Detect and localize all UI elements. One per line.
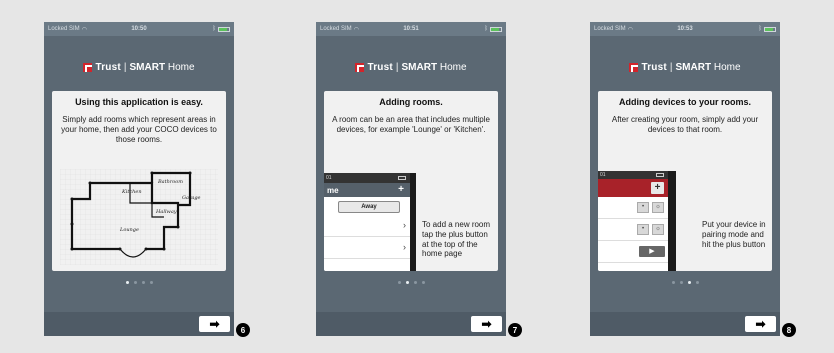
card-title: Using this application is easy. <box>75 97 203 107</box>
trust-logo-icon <box>83 63 93 72</box>
intro-card: Adding devices to your rooms. After crea… <box>598 91 772 271</box>
bluetooth-icon: ᛒ <box>484 26 488 32</box>
page-dot[interactable] <box>695 281 699 284</box>
arrow-right-icon: ➡ <box>481 317 492 331</box>
trust-smart-home-logo: Trust | SMART Home <box>590 62 780 73</box>
mini-phone-illustration: 01 + • ☼ • ☼ ▶ <box>598 171 676 271</box>
off-icon: • <box>637 224 649 235</box>
wifi-icon: ◠ <box>353 26 359 33</box>
garage-label: Garage <box>182 195 201 201</box>
battery-icon <box>656 173 664 177</box>
status-bar: Locked SIM ◠ 10:53 ᛒ <box>590 22 780 36</box>
status-bar: Locked SIM ◠ 10:51 ᛒ <box>316 22 506 36</box>
page-dot[interactable] <box>413 281 417 284</box>
battery-icon <box>398 176 406 180</box>
page-dot[interactable] <box>671 281 675 284</box>
page-dot[interactable] <box>125 281 129 284</box>
wifi-icon: ◠ <box>627 26 633 33</box>
bathroom-label: Bathroom <box>157 179 183 185</box>
bottom-bar: ➡ <box>590 312 780 336</box>
mini-phone-illustration: 01 me + Away › › <box>324 173 416 271</box>
card-title: Adding devices to your rooms. <box>618 97 752 107</box>
carrier-label: Locked SIM <box>320 26 352 32</box>
chevron-right-icon: › <box>403 242 406 252</box>
page-dot[interactable] <box>405 281 409 284</box>
bottom-bar: ➡ <box>44 312 234 336</box>
card-description: Simply add rooms which represent areas i… <box>61 115 217 144</box>
phone-screen-2: Locked SIM ◠ 10:51 ᛒ Trust | SMART Home … <box>316 22 506 336</box>
battery-icon <box>490 26 502 32</box>
page-dot[interactable] <box>149 281 153 284</box>
play-icon: ▶ <box>639 246 665 257</box>
kitchen-label: Kitchen <box>121 189 142 195</box>
chevron-right-icon: › <box>403 220 406 230</box>
card-description: A room can be an area that includes mult… <box>332 115 490 134</box>
off-icon: • <box>637 202 649 213</box>
plus-icon: + <box>398 184 404 195</box>
arrow-right-icon: ➡ <box>755 317 766 331</box>
trust-smart-home-logo: Trust | SMART Home <box>316 62 506 73</box>
page-dot[interactable] <box>397 281 401 284</box>
phone-screen-3: Locked SIM ◠ 10:53 ᛒ Trust | SMART Home … <box>590 22 780 336</box>
floorplan-illustration: Kitchen Bathroom Garage Hallway Lounge <box>60 169 218 265</box>
card-title: Adding rooms. <box>379 97 443 107</box>
away-button-illustration: Away <box>338 201 400 213</box>
next-button[interactable]: ➡ <box>745 316 776 332</box>
step-number-badge: 6 <box>236 323 250 337</box>
page-indicator[interactable] <box>316 281 506 284</box>
page-dot[interactable] <box>687 281 691 284</box>
trust-smart-home-logo: Trust | SMART Home <box>44 62 234 73</box>
next-button[interactable]: ➡ <box>471 316 502 332</box>
hallway-label: Hallway <box>155 209 177 215</box>
intro-card: Adding rooms. A room can be an area that… <box>324 91 498 271</box>
sun-icon: ☼ <box>652 202 664 213</box>
step-number-badge: 7 <box>508 323 522 337</box>
instruction-text: Put your device in pairing mode and hit … <box>702 220 766 249</box>
trust-logo-icon <box>355 63 365 72</box>
plus-icon: + <box>651 182 664 194</box>
page-dot[interactable] <box>141 281 145 284</box>
lounge-label: Lounge <box>119 227 139 233</box>
page-dot[interactable] <box>133 281 137 284</box>
trust-logo-icon <box>629 63 639 72</box>
bluetooth-icon: ᛒ <box>212 26 216 32</box>
page-indicator[interactable] <box>44 281 234 284</box>
intro-card: Using this application is easy. Simply a… <box>52 91 226 271</box>
page-dot[interactable] <box>679 281 683 284</box>
next-button[interactable]: ➡ <box>199 316 230 332</box>
phone-screen-1: Locked SIM ◠ 10:50 ᛒ Trust | SMART Home … <box>44 22 234 336</box>
page-dot[interactable] <box>421 281 425 284</box>
instruction-text: To add a new room tap the plus button at… <box>422 220 491 259</box>
card-description: After creating your room, simply add you… <box>611 115 759 134</box>
bluetooth-icon: ᛒ <box>758 26 762 32</box>
carrier-label: Locked SIM <box>48 26 80 32</box>
bottom-bar: ➡ <box>316 312 506 336</box>
step-number-badge: 8 <box>782 323 796 337</box>
status-bar: Locked SIM ◠ 10:50 ᛒ <box>44 22 234 36</box>
battery-icon <box>218 26 230 32</box>
carrier-label: Locked SIM <box>594 26 626 32</box>
page-indicator[interactable] <box>590 281 780 284</box>
battery-icon <box>764 26 776 32</box>
wifi-icon: ◠ <box>81 26 87 33</box>
sun-icon: ☼ <box>652 224 664 235</box>
arrow-right-icon: ➡ <box>209 317 220 331</box>
